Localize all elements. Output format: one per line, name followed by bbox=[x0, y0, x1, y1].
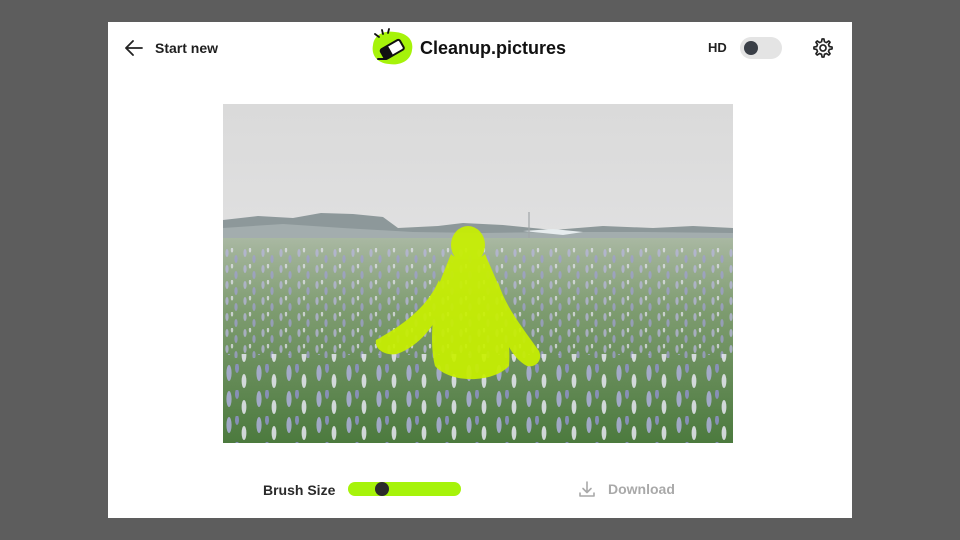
brush-size-thumb[interactable] bbox=[374, 482, 389, 496]
header: Start new Cleanup.pictures HD bbox=[108, 22, 852, 74]
start-new-label: Start new bbox=[155, 40, 219, 56]
hd-toggle-knob bbox=[744, 41, 758, 55]
eraser-logo-icon bbox=[372, 28, 413, 65]
app-window: Start new Cleanup.pictures HD Brush Size… bbox=[108, 22, 852, 518]
brand-name: Cleanup.pictures bbox=[420, 37, 567, 58]
hd-toggle[interactable] bbox=[740, 37, 782, 59]
download-icon bbox=[579, 481, 595, 497]
footer-toolbar: Brush Size Download bbox=[108, 472, 852, 506]
download-button[interactable]: Download bbox=[578, 478, 675, 500]
photo bbox=[223, 104, 733, 443]
start-new-button[interactable]: Start new bbox=[124, 36, 218, 60]
gear-icon[interactable] bbox=[812, 37, 834, 59]
image-canvas[interactable] bbox=[223, 104, 733, 443]
download-label: Download bbox=[608, 481, 675, 497]
arrow-left-icon bbox=[125, 40, 143, 56]
brush-size-slider[interactable] bbox=[348, 482, 461, 496]
brush-size-label: Brush Size bbox=[263, 482, 336, 498]
hd-label: HD bbox=[708, 40, 727, 55]
brand: Cleanup.pictures bbox=[368, 28, 566, 68]
